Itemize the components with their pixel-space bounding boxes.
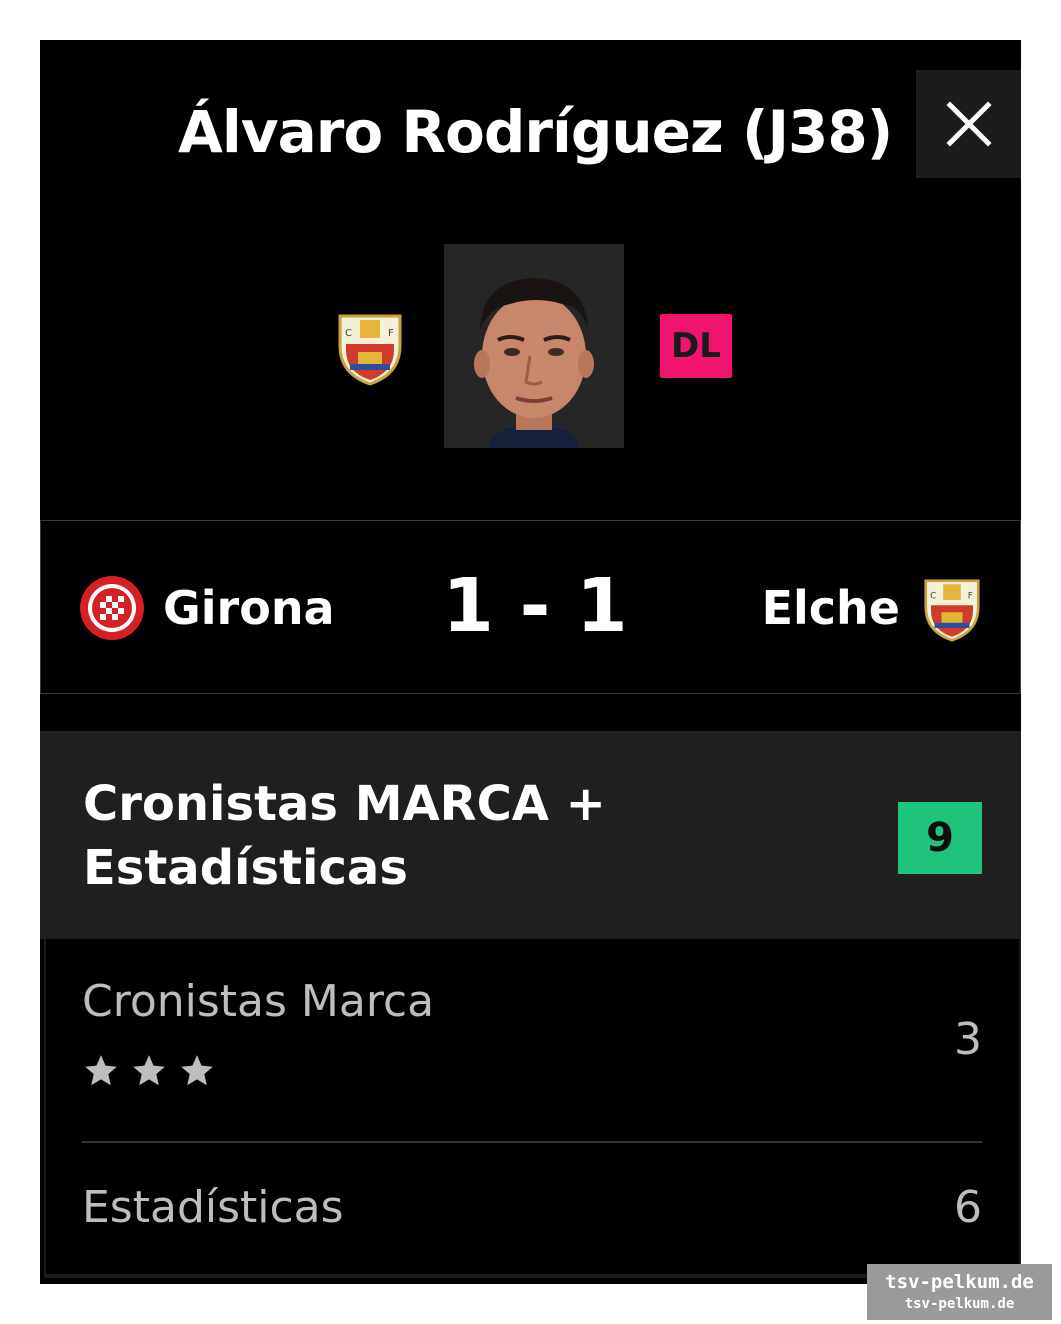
star-icon [85,1055,117,1086]
svg-text:C: C [930,591,936,601]
rating-summary-title: Cronistas MARCA + Estadísticas [83,776,606,896]
close-button[interactable] [916,70,1021,178]
svg-text:F: F [968,591,973,601]
star-icon [181,1055,213,1086]
watermark: tsv-pelkum.de tsv-pelkum.de [867,1264,1052,1320]
cronistas-value: 3 [954,1014,982,1065]
close-icon [945,101,992,147]
watermark-line2: tsv-pelkum.de [904,1296,1015,1312]
away-team-name: Elche [761,581,900,635]
svg-text:F: F [388,328,394,339]
position-badge: DL [660,314,732,378]
watermark-line1: tsv-pelkum.de [885,1271,1034,1293]
home-team-name: Girona [163,581,335,635]
elche-crest-icon: C F [924,579,980,642]
star-icon [133,1055,165,1086]
estadisticas-value: 6 [954,1182,982,1233]
estadisticas-label: Estadísticas [82,1182,344,1233]
total-rating-badge: 9 [898,802,982,874]
star-rating [82,1052,216,1096]
player-photo [444,244,624,448]
modal-title: Álvaro Rodríguez (J38) [178,98,893,166]
elche-crest-icon: C F [338,314,402,386]
divider [82,1141,982,1143]
girona-crest-icon [80,576,144,640]
cronistas-label: Cronistas Marca [82,976,435,1027]
svg-text:C: C [345,328,352,339]
match-score: 1 - 1 [442,563,628,649]
